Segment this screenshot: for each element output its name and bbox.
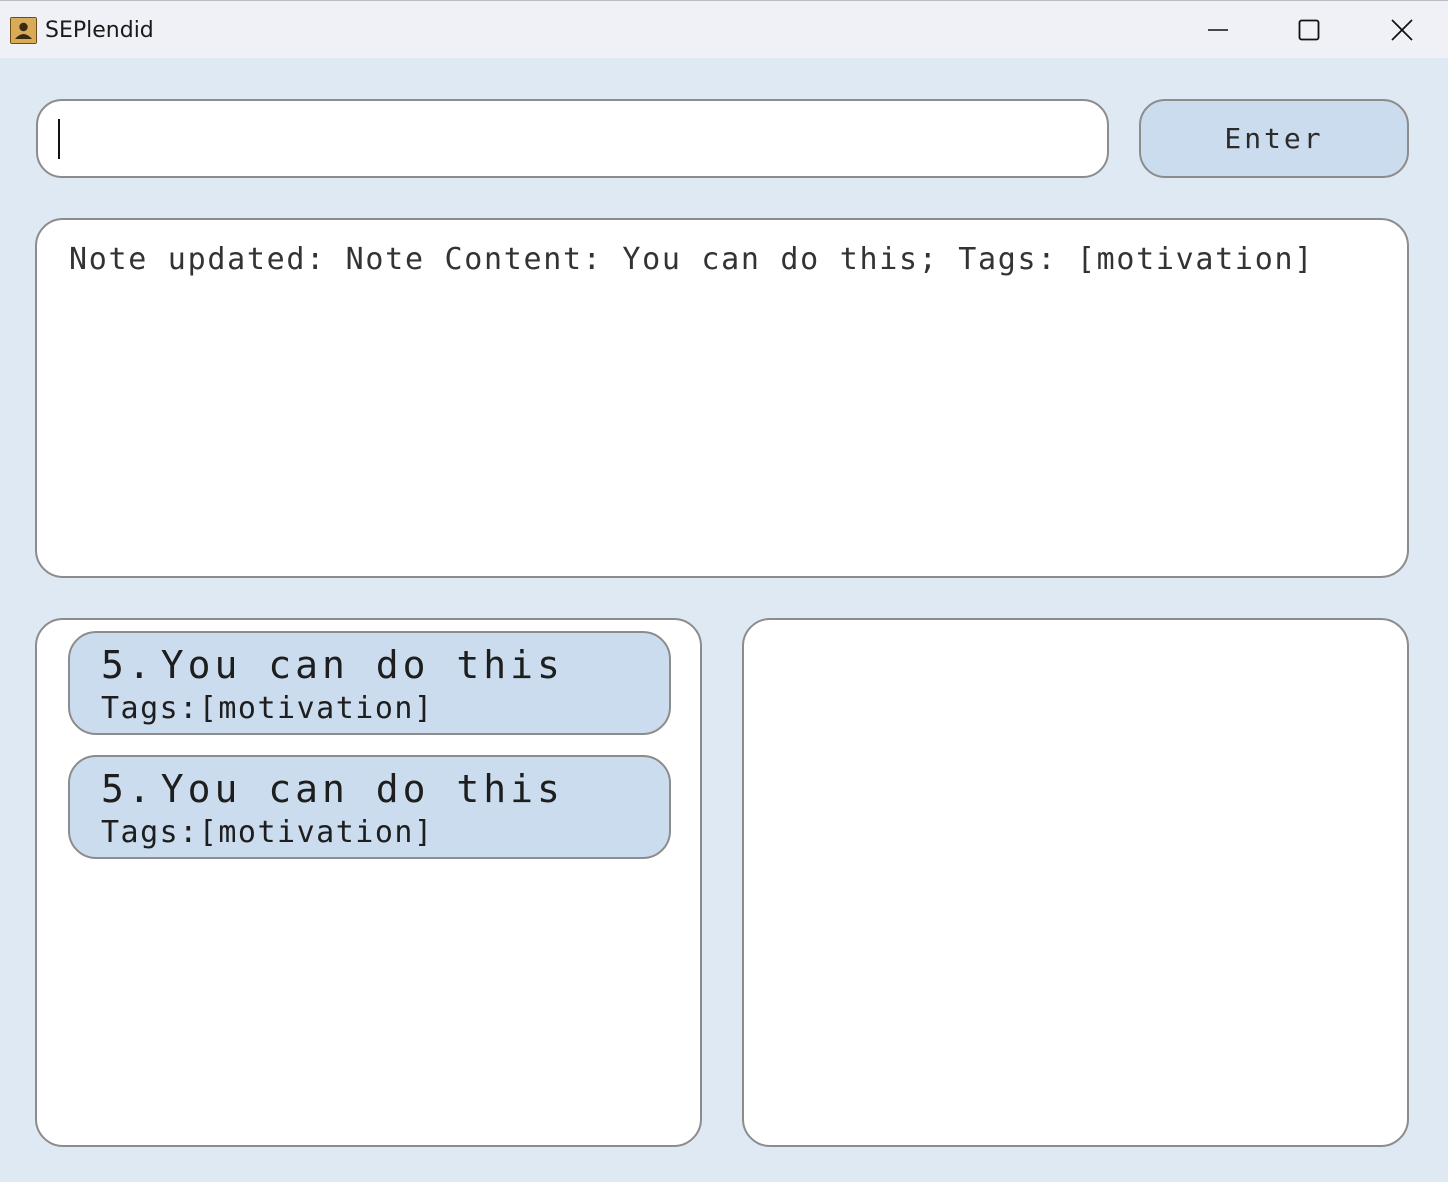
contact-card-icon bbox=[10, 17, 37, 44]
maximize-icon bbox=[1298, 19, 1320, 41]
note-tags: Tags:[motivation] bbox=[101, 815, 434, 850]
app-window: SEPlendid Enter Note updated: Note Conte… bbox=[0, 0, 1448, 1182]
title-bar[interactable]: SEPlendid bbox=[0, 0, 1448, 58]
note-index: 5. bbox=[101, 767, 155, 811]
minimize-icon bbox=[1208, 29, 1228, 31]
text-caret bbox=[58, 119, 60, 159]
note-title: 5. You can do this bbox=[101, 767, 564, 811]
note-card[interactable]: 5. You can do this Tags:[motivation] bbox=[68, 755, 671, 859]
close-icon bbox=[1391, 19, 1413, 41]
note-list-panel[interactable]: 5. You can do this Tags:[motivation] 5. Yo… bbox=[35, 618, 702, 1147]
minimize-button[interactable] bbox=[1172, 1, 1264, 59]
note-tags: Tags:[motivation] bbox=[101, 691, 434, 726]
command-input[interactable] bbox=[54, 115, 1084, 163]
close-button[interactable] bbox=[1356, 1, 1448, 59]
note-content: You can do this bbox=[160, 767, 564, 811]
result-display: Note updated: Note Content: You can do t… bbox=[35, 218, 1409, 578]
result-message: Note updated: Note Content: You can do t… bbox=[69, 242, 1314, 277]
note-title: 5. You can do this bbox=[101, 643, 564, 687]
maximize-button[interactable] bbox=[1263, 1, 1355, 59]
enter-button[interactable]: Enter bbox=[1139, 99, 1409, 178]
note-detail-panel bbox=[742, 618, 1409, 1147]
note-content: You can do this bbox=[160, 643, 564, 687]
window-title: SEPlendid bbox=[45, 18, 154, 43]
command-box bbox=[36, 99, 1109, 178]
note-index: 5. bbox=[101, 643, 155, 687]
note-card[interactable]: 5. You can do this Tags:[motivation] bbox=[68, 631, 671, 735]
